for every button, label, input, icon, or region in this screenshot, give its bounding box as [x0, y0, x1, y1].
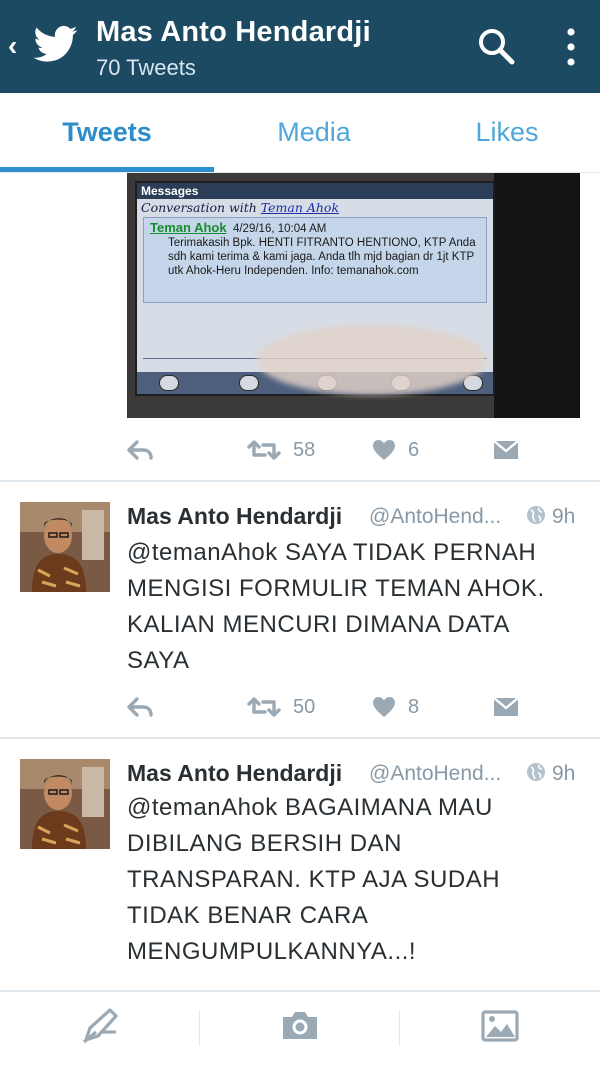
- app-header: ‹ Mas Anto Hendardji 70 Tweets: [0, 0, 600, 93]
- globe-icon: [527, 763, 545, 781]
- photo-sms-header: Teman Ahok 4/29/16, 10:04 AM: [150, 220, 480, 235]
- photo-sms-sender: Teman Ahok: [150, 220, 227, 235]
- photo-conversation-title: Conversation with Teman Ahok: [141, 200, 339, 215]
- camera-icon[interactable]: [280, 1006, 320, 1046]
- tweet-divider: [0, 737, 600, 739]
- heart-icon: [373, 440, 395, 460]
- tab-tweets[interactable]: Tweets: [0, 93, 214, 171]
- tweet-author-name[interactable]: Mas Anto Hendardji: [127, 760, 342, 787]
- like-count: 8: [408, 695, 420, 718]
- photo-nav-start-icon: [159, 375, 179, 391]
- avatar-image: [20, 759, 110, 849]
- toolbar-separator: [199, 1010, 200, 1046]
- tweet-text: @temanAhok SAYA TIDAK PERNAH MENGISI FOR…: [127, 539, 545, 674]
- reply-icon: [127, 697, 153, 717]
- tweet-author-handle[interactable]: @AntoHend...: [369, 762, 501, 786]
- retweet-count: 58: [293, 438, 316, 461]
- like-button[interactable]: 8: [372, 687, 419, 727]
- photo-screen-bar: Messages: [137, 183, 493, 199]
- globe-icon: [527, 506, 545, 524]
- tweet-author-handle[interactable]: @AntoHend...: [369, 505, 501, 529]
- heart-icon: [373, 697, 395, 717]
- like-count: 6: [408, 438, 420, 461]
- tweet-timestamp: 9h: [552, 505, 576, 528]
- compose-icon[interactable]: [80, 1006, 120, 1046]
- retweet-button[interactable]: 50: [247, 687, 315, 727]
- photo-sms-bubble: Teman Ahok 4/29/16, 10:04 AM Terimakasih…: [143, 217, 487, 303]
- tweet-author-name[interactable]: Mas Anto Hendardji: [127, 503, 342, 530]
- like-button[interactable]: 6: [372, 430, 419, 470]
- photo-phone-frame: [494, 173, 580, 418]
- toolbar-separator: [399, 1010, 400, 1046]
- twitter-bird-icon[interactable]: [34, 24, 78, 64]
- profile-name: Mas Anto Hendardji: [96, 16, 371, 48]
- tweet-count: 70 Tweets: [96, 55, 196, 80]
- profile-tabs: Tweets Media Likes: [0, 93, 600, 173]
- message-icon: [493, 697, 519, 716]
- search-icon[interactable]: [476, 26, 516, 66]
- photo-nav-contact-icon: [239, 375, 259, 391]
- retweet-count: 50: [293, 695, 316, 718]
- tweet-actions: 58 6: [127, 430, 527, 470]
- tweet-timestamp: 9h: [552, 762, 576, 785]
- photo-sms-time: 4/29/16, 10:04 AM: [232, 223, 327, 235]
- avatar-image: [20, 502, 110, 592]
- tab-media[interactable]: Media: [214, 93, 414, 171]
- tab-likes[interactable]: Likes: [414, 93, 600, 171]
- message-icon: [493, 440, 519, 459]
- reply-button[interactable]: [127, 687, 153, 727]
- avatar[interactable]: [20, 502, 110, 592]
- back-icon[interactable]: ‹: [8, 32, 17, 60]
- tweet-divider: [0, 480, 600, 482]
- reply-icon: [127, 440, 153, 460]
- tweet-actions: 50 8: [127, 687, 527, 727]
- more-vertical-icon[interactable]: [556, 25, 586, 69]
- retweet-icon: [247, 440, 281, 460]
- bottom-toolbar: [0, 990, 600, 1067]
- direct-message-button[interactable]: [493, 687, 519, 727]
- retweet-icon: [247, 697, 281, 717]
- reply-button[interactable]: [127, 430, 153, 470]
- avatar[interactable]: [20, 759, 110, 849]
- selected-tab-indicator: [0, 167, 214, 172]
- photo-conversation-prefix: Conversation with: [141, 200, 261, 215]
- photo-finger: [257, 325, 487, 395]
- direct-message-button[interactable]: [493, 430, 519, 470]
- photo-conversation-contact: Teman Ahok: [260, 200, 340, 215]
- tweet-photo[interactable]: Messages Conversation with Teman Ahok Te…: [127, 173, 580, 418]
- retweet-button[interactable]: 58: [247, 430, 315, 470]
- photo-sms-body: Terimakasih Bpk. HENTI FITRANTO HENTIONO…: [168, 237, 476, 277]
- image-icon[interactable]: [480, 1006, 520, 1046]
- tweet-text: @temanAhok BAGAIMANA MAU DIBILANG BERSIH…: [127, 794, 501, 965]
